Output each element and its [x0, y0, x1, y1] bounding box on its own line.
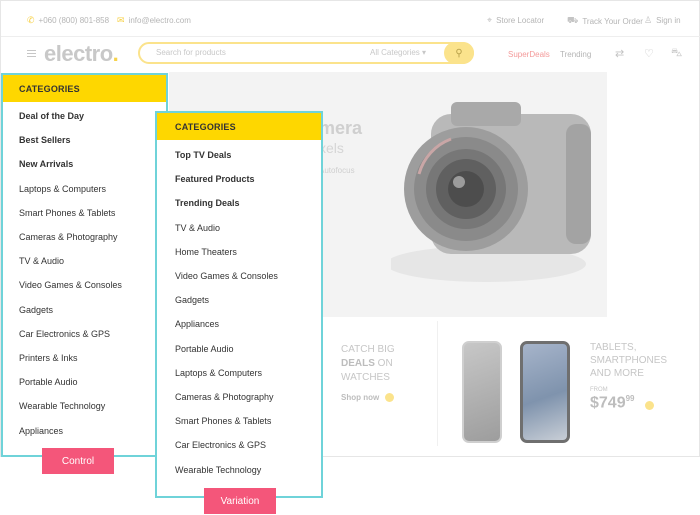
logo-text: electro: [44, 41, 113, 66]
search-button[interactable]: ⚲: [444, 42, 474, 64]
category-item[interactable]: Top TV Deals: [175, 150, 231, 160]
price-cents: 99: [625, 394, 635, 403]
promo-line2: ON: [374, 358, 393, 369]
smartphones-promo[interactable]: TABLETS, SMARTPHONES AND MORE FROM $7499…: [438, 321, 700, 446]
category-item[interactable]: Car Electronics & GPS: [175, 440, 266, 450]
logo[interactable]: electro.: [44, 41, 119, 67]
category-item[interactable]: Featured Products: [175, 174, 255, 184]
category-select-label: All Categories: [370, 48, 420, 57]
arrow-circle-icon: [385, 393, 395, 402]
mail-icon: ✉: [117, 15, 125, 25]
phone-icon: ✆: [27, 15, 35, 25]
arrow-circle-icon[interactable]: [645, 401, 654, 410]
category-item[interactable]: Gadgets: [19, 305, 53, 315]
location-pin-icon: ⌖: [487, 15, 493, 25]
category-select[interactable]: All Categories ▾: [370, 48, 426, 57]
category-item[interactable]: Appliances: [175, 319, 219, 329]
hero-title: mera: [319, 118, 363, 138]
search-input[interactable]: Search for products: [156, 48, 226, 57]
promo-price: $74999: [590, 394, 635, 412]
category-item[interactable]: Wearable Technology: [175, 465, 261, 475]
category-item[interactable]: Smart Phones & Tablets: [19, 208, 115, 218]
logo-dot: .: [112, 41, 119, 66]
smartphones-promo-text: TABLETS, SMARTPHONES AND MORE: [590, 341, 690, 380]
chevron-down-icon: ▾: [422, 48, 427, 57]
category-item[interactable]: Video Games & Consoles: [19, 280, 122, 290]
category-item[interactable]: Smart Phones & Tablets: [175, 416, 271, 426]
category-item[interactable]: TV & Audio: [175, 223, 220, 233]
category-item[interactable]: Gadgets: [175, 295, 209, 305]
price-amount: $749: [590, 394, 626, 412]
category-item[interactable]: Laptops & Computers: [19, 184, 106, 194]
category-item[interactable]: Video Games & Consoles: [175, 271, 278, 281]
control-label: Control: [42, 448, 114, 474]
category-item[interactable]: Portable Audio: [19, 377, 78, 387]
promo-line1: CATCH BIG: [341, 344, 395, 355]
superdeals-link[interactable]: SuperDeals: [508, 50, 550, 59]
header: electro. Search for products All Categor…: [1, 37, 700, 71]
phone-number: +060 (800) 801-858: [38, 16, 110, 25]
category-item[interactable]: TV & Audio: [19, 256, 64, 266]
hamburger-menu-icon[interactable]: [27, 50, 36, 57]
sign-in-label: Sign in: [656, 16, 681, 25]
user-icon: ♙: [644, 15, 653, 25]
camera-image: [391, 102, 591, 282]
category-item[interactable]: Deal of the Day: [19, 111, 84, 121]
email-address: info@electro.com: [128, 16, 191, 25]
variation-categories-menu: CATEGORIES Top TV Deals Featured Products…: [155, 111, 323, 498]
category-item[interactable]: Wearable Technology: [19, 401, 105, 411]
category-item[interactable]: Portable Audio: [175, 344, 234, 354]
track-order-link[interactable]: ⛟ Track Your Order: [567, 15, 643, 27]
category-item[interactable]: Car Electronics & GPS: [19, 329, 110, 339]
promo-line2: SMARTPHONES: [590, 355, 668, 366]
search-icon: ⚲: [455, 47, 463, 59]
promo-line3: AND MORE: [590, 368, 644, 379]
promo-line3: WATCHES: [341, 372, 390, 383]
top-bar: ✆ +060 (800) 801-858 ✉ info@electro.com …: [1, 1, 700, 37]
compare-icon[interactable]: ⇄: [615, 47, 624, 60]
category-item[interactable]: Printers & Inks: [19, 353, 78, 363]
store-locator-label: Store Locator: [496, 16, 545, 25]
email-contact[interactable]: ✉ info@electro.com: [117, 15, 191, 26]
variation-categories-heading: CATEGORIES: [157, 113, 321, 140]
category-item[interactable]: Appliances: [19, 426, 63, 436]
promo-bold: DEALS: [341, 358, 375, 369]
promo-line1: TABLETS,: [590, 342, 637, 353]
category-item[interactable]: Cameras & Photography: [175, 392, 274, 402]
category-item[interactable]: Best Sellers: [19, 135, 71, 145]
bag-icon[interactable]: ⛍: [671, 47, 682, 61]
trending-link[interactable]: Trending: [560, 50, 591, 59]
category-item[interactable]: Trending Deals: [175, 198, 240, 208]
store-locator-link[interactable]: ⌖ Store Locator: [487, 15, 544, 26]
watches-promo-text: CATCH BIG DEALS ON WATCHES: [341, 343, 421, 385]
phone-contact[interactable]: ✆ +060 (800) 801-858: [27, 15, 109, 26]
price-from-label: FROM: [590, 387, 608, 393]
category-item[interactable]: Cameras & Photography: [19, 232, 118, 242]
category-item[interactable]: Laptops & Computers: [175, 368, 262, 378]
control-categories-menu: CATEGORIES Deal of the Day Best Sellers Ne…: [1, 73, 168, 457]
track-order-label: Track Your Order: [582, 16, 643, 26]
variation-label: Variation: [204, 488, 276, 514]
shop-now-link[interactable]: Shop now: [341, 393, 395, 402]
shop-now-label: Shop now: [341, 393, 380, 402]
heart-icon[interactable]: ♡: [644, 47, 654, 60]
search-bar: Search for products All Categories ▾ ⚲: [138, 42, 474, 64]
control-categories-heading: CATEGORIES: [3, 75, 166, 102]
category-item[interactable]: New Arrivals: [19, 159, 73, 169]
category-item[interactable]: Home Theaters: [175, 247, 237, 257]
truck-icon: ⛟: [567, 15, 579, 25]
sign-in-link[interactable]: ♙ Sign in: [644, 15, 681, 26]
phone-back-image: [462, 341, 502, 443]
phone-front-image: [520, 341, 570, 443]
watches-promo[interactable]: CATCH BIG DEALS ON WATCHES Shop now: [323, 321, 433, 446]
hero-tagline: Autofocus: [319, 166, 355, 175]
